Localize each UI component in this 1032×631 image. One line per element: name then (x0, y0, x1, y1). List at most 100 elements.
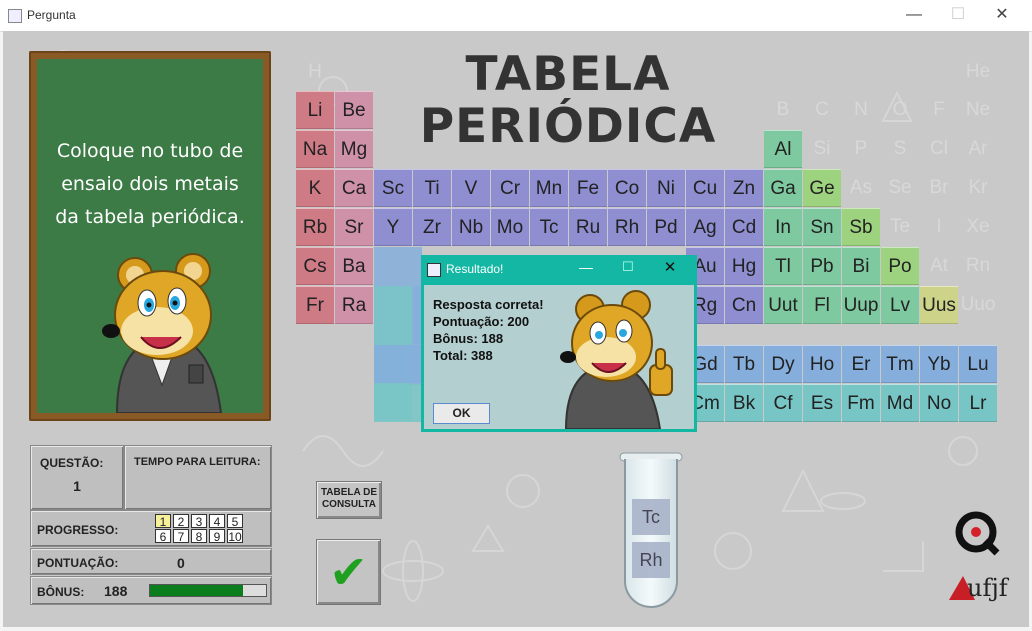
element-al[interactable]: Al (764, 130, 802, 168)
element-uut[interactable]: Uut (764, 286, 802, 324)
title-line-2: PERIÓDICA (419, 99, 717, 154)
element-ho[interactable]: Ho (803, 345, 841, 383)
reference-table-button[interactable]: TABELA DE CONSULTA (316, 481, 382, 519)
element-yb[interactable]: Yb (920, 345, 958, 383)
element-pd[interactable]: Pd (647, 208, 685, 246)
element-pb[interactable]: Pb (803, 247, 841, 285)
element-ge[interactable]: Ge (803, 169, 841, 207)
element-cu[interactable]: Cu (686, 169, 724, 207)
element-fm[interactable]: Fm (842, 384, 880, 422)
element-mo[interactable]: Mo (491, 208, 529, 246)
confirm-button[interactable]: ✔ (316, 539, 381, 605)
test-tube[interactable]: Tc Rh (619, 451, 683, 617)
element-ag[interactable]: Ag (686, 208, 724, 246)
title-bar: Pergunta — ☐ ✕ (0, 0, 1032, 32)
result-score: Pontuação: 200 (433, 314, 530, 329)
score-panel: PONTUAÇÃO: 0 (30, 548, 272, 575)
element-s: S (893, 138, 907, 159)
reading-time-panel: TEMPO PARA LEITURA: (124, 445, 272, 510)
element-md[interactable]: Md (881, 384, 919, 422)
element-rb[interactable]: Rb (296, 208, 334, 246)
element-f: F (933, 99, 945, 120)
element-zn[interactable]: Zn (725, 169, 763, 207)
element-sn[interactable]: Sn (803, 208, 841, 246)
element-mg[interactable]: Mg (335, 130, 373, 168)
element-es[interactable]: Es (803, 384, 841, 422)
element-bi[interactable]: Bi (842, 247, 880, 285)
element-lr[interactable]: Lr (959, 384, 997, 422)
dialog-title: Resultado! (446, 262, 504, 276)
element-mn[interactable]: Mn (530, 169, 568, 207)
title-line-1: TABELA (465, 47, 671, 102)
element-v[interactable]: V (452, 169, 490, 207)
element-tl[interactable]: Tl (764, 247, 802, 285)
element-bk[interactable]: Bk (725, 384, 763, 422)
element-sb[interactable]: Sb (842, 208, 880, 246)
bonus-bar (149, 584, 267, 597)
element-no[interactable]: No (920, 384, 958, 422)
element-ga[interactable]: Ga (764, 169, 802, 207)
element-lu[interactable]: Lu (959, 345, 997, 383)
chalkboard: Coloque no tubo de ensaio dois metais da… (29, 51, 271, 421)
element-b: B (776, 99, 790, 120)
element-in[interactable]: In (764, 208, 802, 246)
dialog-maximize-button[interactable]: ☐ (613, 259, 643, 275)
element-ru[interactable]: Ru (569, 208, 607, 246)
element-cs[interactable]: Cs (296, 247, 334, 285)
element-cf[interactable]: Cf (764, 384, 802, 422)
element-te: Te (889, 216, 911, 237)
element-cr[interactable]: Cr (491, 169, 529, 207)
progress-box-3: 3 (191, 514, 207, 529)
element-po[interactable]: Po (881, 247, 919, 285)
progress-panel: PROGRESSO: 1 2 3 4 5 6 7 8 9 10 (30, 510, 272, 547)
dialog-minimize-button[interactable]: — (571, 259, 601, 275)
element-fe[interactable]: Fe (569, 169, 607, 207)
element-uup[interactable]: Uup (842, 286, 880, 324)
chalkboard-surface: Coloque no tubo de ensaio dois metais da… (37, 59, 263, 413)
maximize-button[interactable]: ☐ (936, 2, 980, 28)
element-ni[interactable]: Ni (647, 169, 685, 207)
element-uuo: Uuo (960, 294, 996, 315)
element-k[interactable]: K (296, 169, 334, 207)
ok-button[interactable]: OK (433, 403, 490, 424)
close-button[interactable]: ✕ (980, 2, 1024, 28)
element-uus[interactable]: Uus (920, 286, 958, 324)
element-sr[interactable]: Sr (335, 208, 373, 246)
tube-element-rh[interactable]: Rh (632, 542, 670, 578)
progress-box-8: 8 (191, 529, 207, 544)
element-tb[interactable]: Tb (725, 345, 763, 383)
result-dialog: Resultado! — ☐ ✕ Resposta correta! Pontu… (421, 255, 697, 432)
element-ca[interactable]: Ca (335, 169, 373, 207)
element-er[interactable]: Er (842, 345, 880, 383)
element-tm[interactable]: Tm (881, 345, 919, 383)
element-y[interactable]: Y (374, 208, 412, 246)
element-rh[interactable]: Rh (608, 208, 646, 246)
element-co[interactable]: Co (608, 169, 646, 207)
progress-box-2: 2 (173, 514, 189, 529)
minimize-button[interactable]: — (892, 2, 936, 28)
element-fr[interactable]: Fr (296, 286, 334, 324)
progress-box-10: 10 (227, 529, 243, 544)
element-zr[interactable]: Zr (413, 208, 451, 246)
element-dy[interactable]: Dy (764, 345, 802, 383)
q-logo-icon (955, 511, 1000, 556)
element-ba[interactable]: Ba (335, 247, 373, 285)
element-be[interactable]: Be (335, 91, 373, 129)
element-li[interactable]: Li (296, 91, 334, 129)
element-lv[interactable]: Lv (881, 286, 919, 324)
university-text: ufjf (967, 574, 1008, 602)
dialog-close-button[interactable]: ✕ (655, 258, 685, 276)
element-ra[interactable]: Ra (335, 286, 373, 324)
element-fl[interactable]: Fl (803, 286, 841, 324)
tube-element-tc[interactable]: Tc (632, 499, 670, 535)
element-cn[interactable]: Cn (725, 286, 763, 324)
result-bonus: Bônus: 188 (433, 331, 504, 346)
element-na[interactable]: Na (296, 130, 334, 168)
element-at: At (930, 255, 948, 276)
element-cd[interactable]: Cd (725, 208, 763, 246)
element-sc[interactable]: Sc (374, 169, 412, 207)
element-hg[interactable]: Hg (725, 247, 763, 285)
element-ti[interactable]: Ti (413, 169, 451, 207)
element-nb[interactable]: Nb (452, 208, 490, 246)
element-tc[interactable]: Tc (530, 208, 568, 246)
